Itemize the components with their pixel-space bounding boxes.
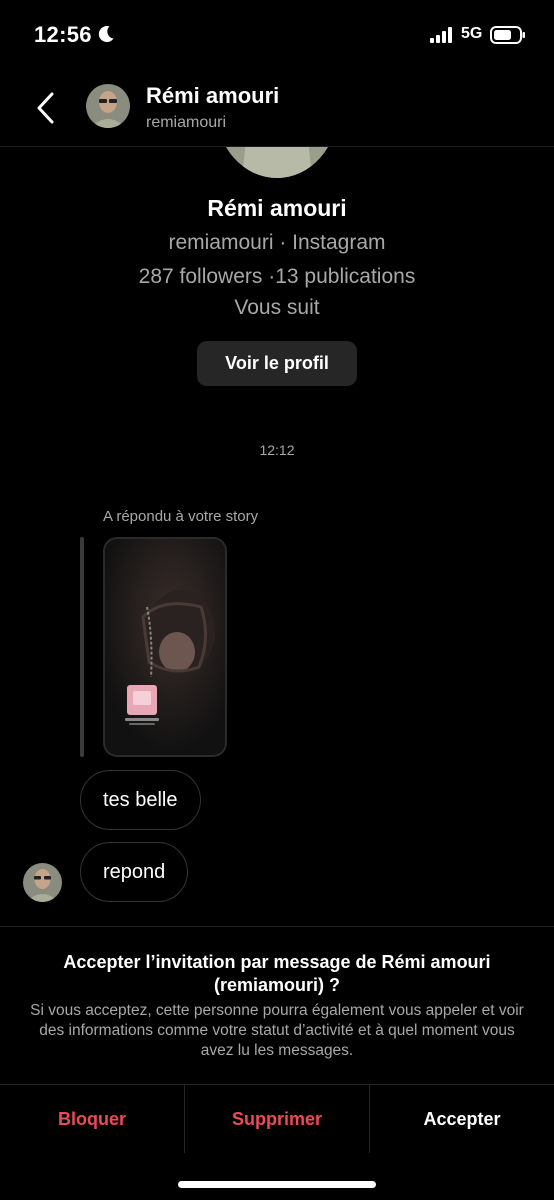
network-label: 5G bbox=[461, 25, 483, 42]
header-username: remiamouri bbox=[146, 114, 227, 131]
invite-description: Si vous acceptez, cette personne pourra … bbox=[30, 1002, 524, 1059]
message-bubble[interactable]: repond bbox=[80, 842, 189, 902]
follow-status: Vous suit bbox=[234, 296, 320, 319]
message-text: repond bbox=[103, 860, 166, 883]
chat-header: Rémi amouri remiamouri bbox=[0, 70, 554, 147]
dm-request-screen: 12:56 5G Rémi amouri remiamouri Rémi amo… bbox=[0, 0, 554, 1200]
delete-button[interactable]: Supprimer bbox=[184, 1085, 369, 1153]
message-bubble[interactable]: tes belle bbox=[80, 770, 201, 830]
message-text: tes belle bbox=[103, 788, 178, 811]
profile-name: Rémi amouri bbox=[207, 195, 347, 221]
message-timestamp: 12:12 bbox=[259, 442, 295, 458]
accept-button[interactable]: Accepter bbox=[369, 1085, 554, 1153]
block-button[interactable]: Bloquer bbox=[0, 1085, 184, 1153]
header-name[interactable]: Rémi amouri bbox=[146, 83, 279, 109]
story-reply-bar bbox=[80, 537, 84, 757]
home-indicator[interactable] bbox=[178, 1181, 376, 1188]
message-request-panel: Accepter l’invitation par message de Rém… bbox=[0, 926, 554, 1200]
header-avatar[interactable] bbox=[86, 84, 130, 128]
profile-stats: 287 followers ·13 publications bbox=[138, 265, 416, 288]
story-reply-label: A répondu à votre story bbox=[103, 508, 259, 525]
status-time: 12:56 bbox=[34, 22, 92, 47]
view-profile-button[interactable]: Voir le profil bbox=[197, 341, 357, 386]
moon-icon bbox=[98, 26, 114, 43]
sender-avatar[interactable] bbox=[23, 863, 62, 902]
status-bar: 12:56 5G bbox=[0, 0, 554, 70]
back-arrow-icon[interactable] bbox=[30, 88, 62, 128]
battery-icon bbox=[490, 26, 525, 44]
invite-title: Accepter l’invitation par message de Rém… bbox=[63, 952, 491, 995]
story-thumbnail[interactable] bbox=[103, 537, 227, 757]
profile-subtitle: remiamouri · Instagram bbox=[168, 231, 386, 254]
signal-icon bbox=[430, 27, 452, 43]
request-actions: Bloquer Supprimer Accepter bbox=[0, 1084, 554, 1153]
